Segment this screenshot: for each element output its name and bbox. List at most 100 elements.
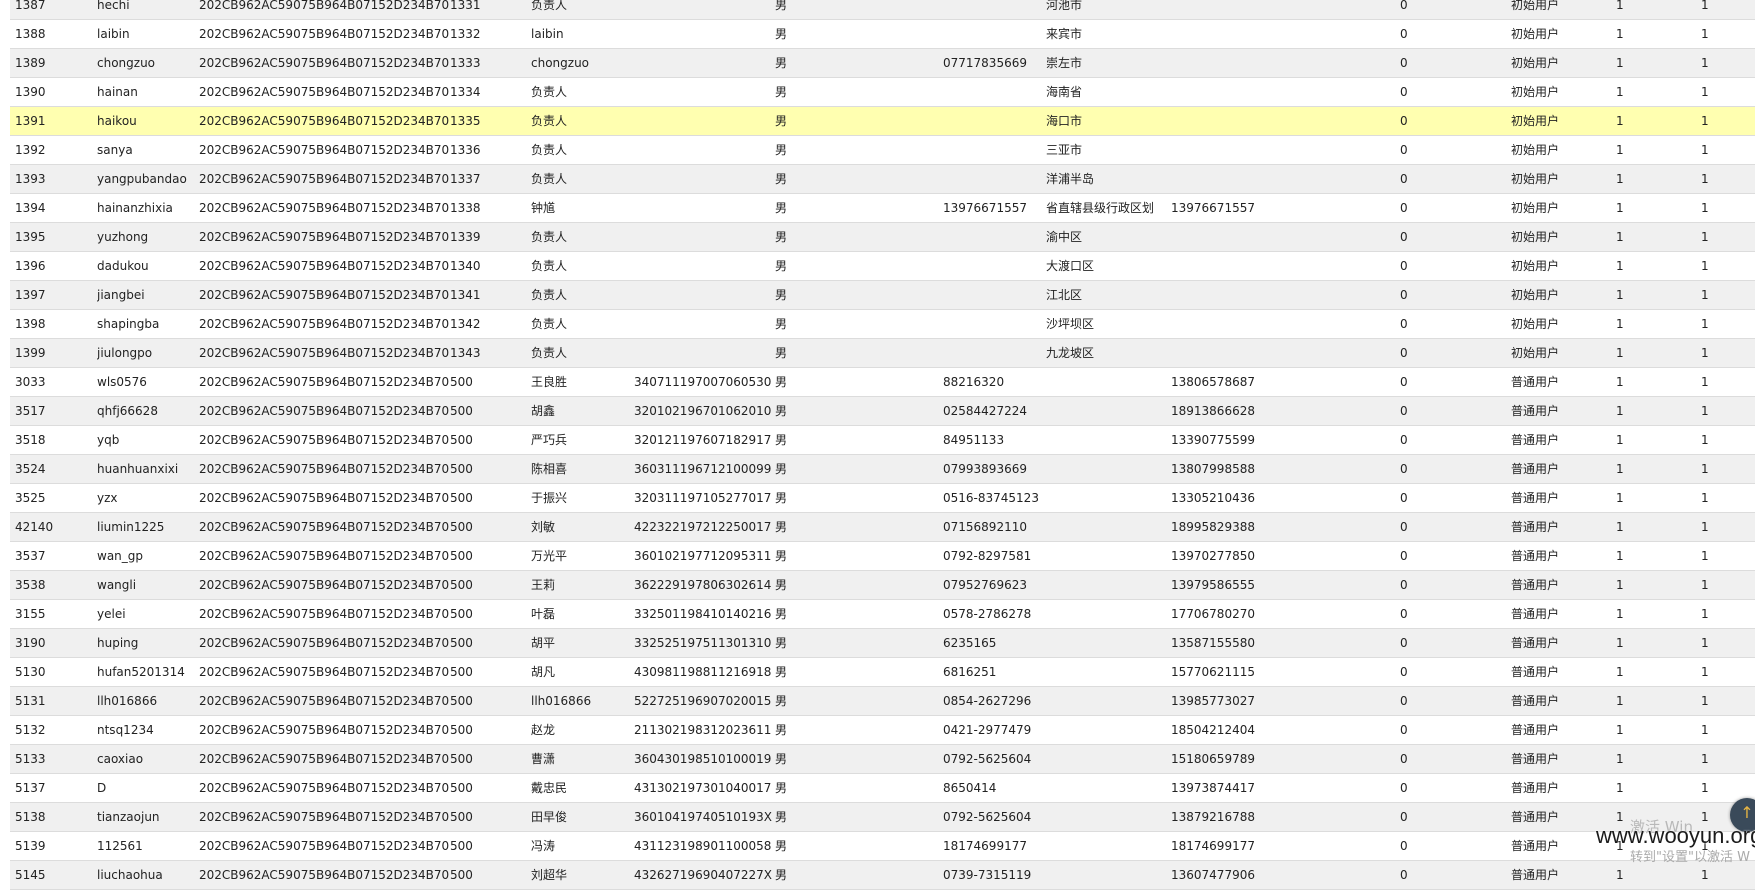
table-cell: 男 xyxy=(775,143,788,157)
table-cell: 202CB962AC59075B964B07152D234B70 xyxy=(199,433,450,447)
table-cell: 0792-5625604 xyxy=(943,752,1032,766)
table-cell: 初始用户 xyxy=(1511,143,1560,157)
table-row[interactable]: 42140 liumin1225 202CB962AC59075B964B07152… xyxy=(10,513,1755,542)
table-row[interactable]: 5145 liuchaohua 202CB962AC59075B964B07152D… xyxy=(10,861,1755,890)
table-cell: 普通用户 xyxy=(1511,636,1560,650)
table-cell: 42140 xyxy=(15,520,54,534)
table-cell: 5130 xyxy=(15,665,46,679)
table-cell: 来宾市 xyxy=(1046,27,1083,41)
table-row[interactable]: 1396 dadukou 202CB962AC59075B964B07152D234… xyxy=(10,252,1755,281)
table-cell: 1392 xyxy=(15,143,46,157)
table-cell: 初始用户 xyxy=(1511,230,1560,244)
table-row[interactable]: 3517 qhfj66628 202CB962AC59075B964B07152D2… xyxy=(10,397,1755,426)
table-cell: 202CB962AC59075B964B07152D234B70 xyxy=(199,578,450,592)
table-cell: 13976671557 xyxy=(1171,201,1255,215)
table-cell: 522725196907020015 xyxy=(634,694,772,708)
table-cell: 13607477906 xyxy=(1171,868,1255,882)
table-row[interactable]: 1397 jiangbei 202CB962AC59075B964B07152D23… xyxy=(10,281,1755,310)
table-cell: 202CB962AC59075B964B07152D234B70 xyxy=(199,172,450,186)
table-cell: 1336 xyxy=(450,143,481,157)
table-cell: 1 xyxy=(1616,607,1624,621)
table-cell: 1 xyxy=(1616,868,1624,882)
table-cell: 男 xyxy=(775,0,788,12)
table-cell: 0516-83745123 xyxy=(943,491,1039,505)
table-cell: 3190 xyxy=(15,636,46,650)
table-cell: 洋浦半岛 xyxy=(1046,172,1095,186)
table-cell: 0 xyxy=(1400,578,1408,592)
table-cell: 500 xyxy=(450,578,473,592)
table-cell: 1 xyxy=(1701,346,1709,360)
table-cell: liuchaohua xyxy=(97,868,163,882)
table-cell: 1 xyxy=(1616,665,1624,679)
table-cell: 5139 xyxy=(15,839,46,853)
table-row[interactable]: 5138 tianzaojun 202CB962AC59075B964B07152D… xyxy=(10,803,1755,832)
table-cell: 500 xyxy=(450,810,473,824)
table-row[interactable]: 5130 hufan5201314 202CB962AC59075B964B0715… xyxy=(10,658,1755,687)
table-cell: 普通用户 xyxy=(1511,462,1560,476)
table-cell: 5131 xyxy=(15,694,46,708)
table-row[interactable]: 3538 wangli 202CB962AC59075B964B07152D234B… xyxy=(10,571,1755,600)
table-cell: llh016866 xyxy=(97,694,158,708)
table-row[interactable]: 3518 yqb 202CB962AC59075B964B07152D234B70 5… xyxy=(10,426,1755,455)
table-cell: hufan5201314 xyxy=(97,665,185,679)
table-row[interactable]: 1395 yuzhong 202CB962AC59075B964B07152D234… xyxy=(10,223,1755,252)
table-cell: 18174699177 xyxy=(1171,839,1255,853)
table-row[interactable]: 3190 huping 202CB962AC59075B964B07152D234B… xyxy=(10,629,1755,658)
table-cell: 422322197212250017 xyxy=(634,520,772,534)
table-row[interactable]: 5131 llh016866 202CB962AC59075B964B07152D2… xyxy=(10,687,1755,716)
table-cell: 1342 xyxy=(450,317,481,331)
table-cell: D xyxy=(97,781,107,795)
table-row[interactable]: 5139 112561 202CB962AC59075B964B07152D234B… xyxy=(10,832,1755,861)
table-row[interactable]: 5132 ntsq1234 202CB962AC59075B964B07152D23… xyxy=(10,716,1755,745)
table-row[interactable]: 1392 sanya 202CB962AC59075B964B07152D234B7… xyxy=(10,136,1755,165)
table-cell: 500 xyxy=(450,520,473,534)
table-cell: 1395 xyxy=(15,230,46,244)
table-cell: 202CB962AC59075B964B07152D234B70 xyxy=(199,375,450,389)
table-row[interactable]: 1389 chongzuo 202CB962AC59075B964B07152D23… xyxy=(10,49,1755,78)
table-row[interactable]: 1394 hainanzhixia 202CB962AC59075B964B0715… xyxy=(10,194,1755,223)
table-row[interactable]: 3525 yzx 202CB962AC59075B964B07152D234B70 5… xyxy=(10,484,1755,513)
table-cell: 0 xyxy=(1400,346,1408,360)
table-cell: 1 xyxy=(1701,665,1709,679)
table-cell: 1 xyxy=(1701,781,1709,795)
table-cell: hainanzhixia xyxy=(97,201,173,215)
table-cell: 0 xyxy=(1400,839,1408,853)
table-cell: 1 xyxy=(1616,549,1624,563)
table-cell: 430981198811216918 xyxy=(634,665,772,679)
table-cell: 211302198312023611 xyxy=(634,723,772,737)
table-row[interactable]: 1393 yangpubandao 202CB962AC59075B964B0715… xyxy=(10,165,1755,194)
table-cell: 1 xyxy=(1701,56,1709,70)
table-cell: 5145 xyxy=(15,868,46,882)
table-cell: 1 xyxy=(1701,868,1709,882)
table-row[interactable]: 1398 shapingba 202CB962AC59075B964B07152D2… xyxy=(10,310,1755,339)
table-row[interactable]: 1388 laibin 202CB962AC59075B964B07152D234B… xyxy=(10,20,1755,49)
table-cell: 男 xyxy=(775,810,788,824)
table-row[interactable]: 5137 D 202CB962AC59075B964B07152D234B70 500… xyxy=(10,774,1755,803)
table-cell: 初始用户 xyxy=(1511,85,1560,99)
table-row[interactable]: 3033 wls0576 202CB962AC59075B964B07152D234… xyxy=(10,368,1755,397)
table-cell: 0854-2627296 xyxy=(943,694,1032,708)
table-cell: 202CB962AC59075B964B07152D234B70 xyxy=(199,665,450,679)
table-cell: 男 xyxy=(775,288,788,302)
table-row[interactable]: 3537 wan_gp 202CB962AC59075B964B07152D234B… xyxy=(10,542,1755,571)
table-row[interactable]: 1390 hainan 202CB962AC59075B964B07152D234B… xyxy=(10,78,1755,107)
table-cell: 202CB962AC59075B964B07152D234B70 xyxy=(199,346,450,360)
table-cell: 男 xyxy=(775,549,788,563)
table-cell: 男 xyxy=(775,317,788,331)
table-cell: 负责人 xyxy=(531,259,568,273)
table-cell: wls0576 xyxy=(97,375,147,389)
table-row[interactable]: 3155 yelei 202CB962AC59075B964B07152D234B7… xyxy=(10,600,1755,629)
table-row[interactable]: 5133 caoxiao 202CB962AC59075B964B07152D234… xyxy=(10,745,1755,774)
table-row[interactable]: 1391 haikou 202CB962AC59075B964B07152D234B… xyxy=(10,107,1755,136)
table-row[interactable]: 1387 hechi 202CB962AC59075B964B07152D234B7… xyxy=(10,0,1755,20)
table-row[interactable]: 3524 huanhuanxixi 202CB962AC59075B964B0715… xyxy=(10,455,1755,484)
table-cell: 1 xyxy=(1616,201,1624,215)
table-cell: 0 xyxy=(1400,27,1408,41)
table-cell: 1393 xyxy=(15,172,46,186)
table-cell: 202CB962AC59075B964B07152D234B70 xyxy=(199,549,450,563)
table-cell: 15180659789 xyxy=(1171,752,1255,766)
table-cell: 500 xyxy=(450,781,473,795)
table-cell: 0 xyxy=(1400,172,1408,186)
table-row[interactable]: 1399 jiulongpo 202CB962AC59075B964B07152D2… xyxy=(10,339,1755,368)
table-cell: 普通用户 xyxy=(1511,723,1560,737)
